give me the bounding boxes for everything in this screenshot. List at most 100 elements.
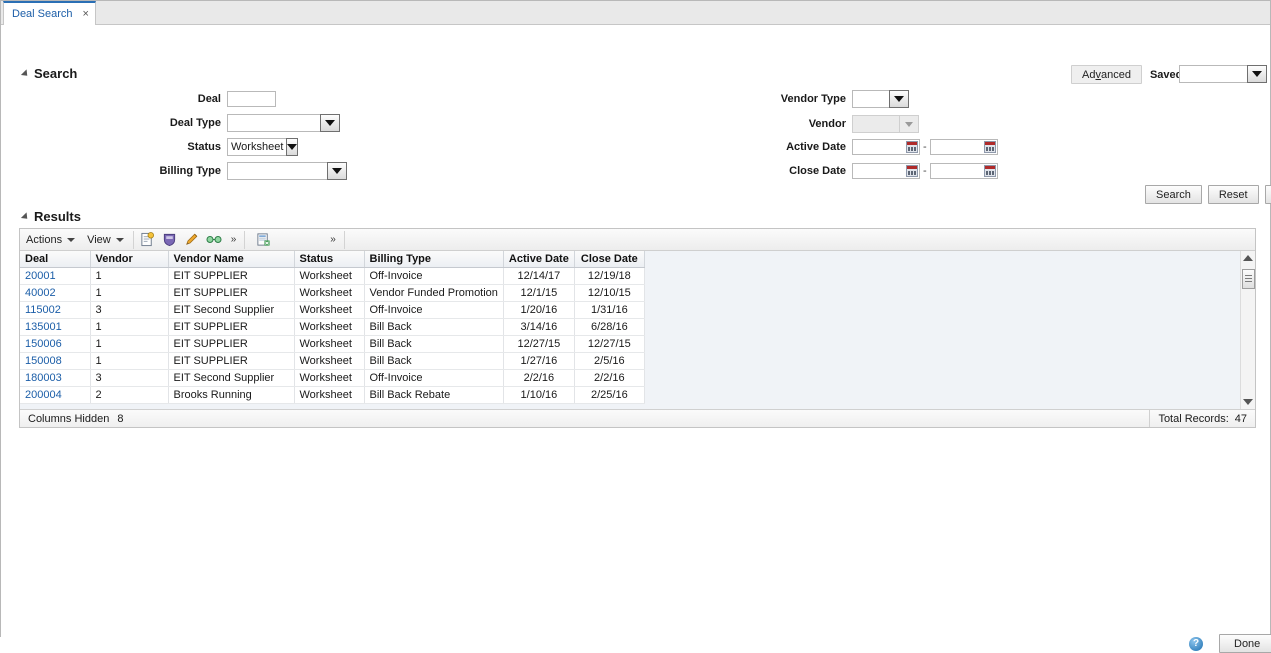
results-table-body: 20001 1 EIT SUPPLIER Worksheet Off-Invoi… — [20, 267, 645, 404]
deal-input[interactable] — [227, 91, 276, 107]
calendar-icon[interactable] — [906, 165, 918, 177]
search-button[interactable]: Search — [1145, 185, 1202, 204]
vendor-type-dropdown[interactable] — [852, 90, 909, 108]
saved-search-value[interactable] — [1179, 65, 1247, 83]
billing-type-value[interactable] — [227, 162, 327, 180]
help-icon[interactable]: ? — [1189, 636, 1203, 651]
billing-type-dropdown[interactable] — [227, 162, 347, 180]
calendar-icon[interactable] — [983, 165, 996, 177]
cell-billing-type: Off-Invoice — [364, 301, 504, 319]
table-row[interactable]: 40002 1 EIT SUPPLIER Worksheet Vendor Fu… — [20, 284, 645, 302]
cell-active-date: 12/27/15 — [503, 335, 575, 353]
chevron-down-icon[interactable] — [320, 114, 340, 132]
cell-deal[interactable]: 20001 — [20, 267, 91, 285]
cell-active-date: 2/2/16 — [503, 369, 575, 387]
view-menu-label: View — [87, 233, 111, 246]
cell-close-date: 12/10/15 — [574, 284, 645, 302]
deal-link[interactable]: 135001 — [25, 321, 62, 333]
cell-vendor-name: EIT Second Supplier — [168, 369, 295, 387]
chevron-down-icon[interactable] — [899, 115, 919, 133]
scrollbar-thumb[interactable] — [1242, 269, 1255, 289]
scroll-down-arrow-icon[interactable] — [1241, 395, 1254, 409]
cell-vendor: 3 — [90, 369, 169, 387]
deal-type-value[interactable] — [227, 114, 320, 132]
deal-type-dropdown[interactable] — [227, 114, 340, 132]
cell-deal[interactable]: 115002 — [20, 301, 91, 319]
deal-link[interactable]: 200004 — [25, 389, 62, 401]
calendar-icon[interactable] — [906, 141, 918, 153]
table-row[interactable]: 150006 1 EIT SUPPLIER Worksheet Bill Bac… — [20, 335, 645, 353]
create-icon[interactable] — [137, 230, 159, 250]
export-to-excel-icon[interactable] — [252, 230, 274, 250]
advanced-button[interactable]: Advanced — [1071, 65, 1142, 84]
table-row[interactable]: 115002 3 EIT Second Supplier Worksheet O… — [20, 301, 645, 319]
deal-link[interactable]: 150006 — [25, 338, 62, 350]
col-header-vendor[interactable]: Vendor — [90, 251, 169, 268]
vendor-type-value[interactable] — [852, 90, 889, 108]
results-section-header[interactable]: Results — [20, 209, 81, 224]
col-header-vendor-name[interactable]: Vendor Name — [168, 251, 295, 268]
vendor-value[interactable] — [852, 115, 899, 133]
cell-vendor: 1 — [90, 335, 169, 353]
cell-deal[interactable]: 150006 — [20, 335, 91, 353]
cell-deal[interactable]: 180003 — [20, 369, 91, 387]
chevron-down-icon[interactable] — [327, 162, 347, 180]
col-header-active-date[interactable]: Active Date — [503, 251, 575, 268]
edit-pencil-icon[interactable] — [181, 230, 203, 250]
col-header-billing-type[interactable]: Billing Type — [364, 251, 504, 268]
table-row[interactable]: 135001 1 EIT SUPPLIER Worksheet Bill Bac… — [20, 318, 645, 336]
table-header-row: Deal Vendor Vendor Name Status Billing T… — [20, 251, 645, 268]
scrollbar-grip-icon — [1245, 275, 1252, 283]
application-window: Deal Search × Search Advanced Saved Sear… — [0, 0, 1271, 653]
chevron-down-icon[interactable] — [889, 90, 909, 108]
cell-vendor: 2 — [90, 386, 169, 404]
duplicate-icon[interactable] — [159, 230, 181, 250]
search-section-header[interactable]: Search — [20, 66, 77, 81]
deal-link[interactable]: 150008 — [25, 355, 62, 367]
vendor-dropdown[interactable] — [852, 115, 919, 133]
table-row[interactable]: 150008 1 EIT SUPPLIER Worksheet Bill Bac… — [20, 352, 645, 370]
cell-deal[interactable]: 135001 — [20, 318, 91, 336]
toolbar-overflow-2[interactable]: » — [324, 234, 341, 245]
collapse-toggle-icon[interactable] — [20, 68, 31, 79]
cell-billing-type: Off-Invoice — [364, 369, 504, 387]
saved-search-dropdown[interactable] — [1179, 65, 1267, 83]
close-icon[interactable]: × — [83, 8, 89, 20]
cell-deal[interactable]: 200004 — [20, 386, 91, 404]
deal-link[interactable]: 115002 — [25, 304, 61, 316]
results-vertical-scrollbar[interactable] — [1240, 251, 1255, 409]
view-glasses-icon[interactable] — [203, 230, 225, 250]
toolbar-separator — [244, 230, 246, 249]
cell-close-date: 2/5/16 — [574, 352, 645, 370]
save-button[interactable]: Save... — [1264, 185, 1271, 204]
cell-deal[interactable]: 150008 — [20, 352, 91, 370]
status-dropdown[interactable]: Worksheet — [227, 138, 299, 156]
tab-deal-search[interactable]: Deal Search × — [3, 1, 96, 25]
col-header-close-date[interactable]: Close Date — [574, 251, 645, 268]
table-row[interactable]: 200004 2 Brooks Running Worksheet Bill B… — [20, 386, 645, 404]
toolbar-separator — [343, 230, 345, 249]
view-menu[interactable]: View — [81, 229, 130, 250]
col-header-status[interactable]: Status — [294, 251, 365, 268]
collapse-toggle-icon[interactable] — [20, 211, 31, 222]
toolbar-overflow-1[interactable]: » — [225, 234, 242, 245]
calendar-icon[interactable] — [983, 141, 996, 153]
table-row[interactable]: 180003 3 EIT Second Supplier Worksheet O… — [20, 369, 645, 387]
actions-menu-label: Actions — [26, 233, 63, 246]
col-header-deal[interactable]: Deal — [20, 251, 91, 268]
scroll-up-arrow-icon[interactable] — [1241, 251, 1255, 265]
chevron-down-icon[interactable] — [286, 138, 299, 156]
cell-active-date: 12/1/15 — [503, 284, 575, 302]
chevron-down-icon[interactable] — [1247, 65, 1267, 83]
deal-link[interactable]: 180003 — [25, 372, 62, 384]
cell-vendor-name: EIT SUPPLIER — [168, 335, 295, 353]
reset-button[interactable]: Reset — [1207, 185, 1259, 204]
cell-status: Worksheet — [294, 352, 365, 370]
deal-link[interactable]: 20001 — [25, 270, 56, 282]
status-value[interactable]: Worksheet — [227, 138, 287, 156]
table-row[interactable]: 20001 1 EIT SUPPLIER Worksheet Off-Invoi… — [20, 267, 645, 285]
chevron-down-icon — [67, 237, 76, 242]
deal-link[interactable]: 40002 — [25, 287, 56, 299]
cell-deal[interactable]: 40002 — [20, 284, 91, 302]
actions-menu[interactable]: Actions — [20, 229, 81, 250]
